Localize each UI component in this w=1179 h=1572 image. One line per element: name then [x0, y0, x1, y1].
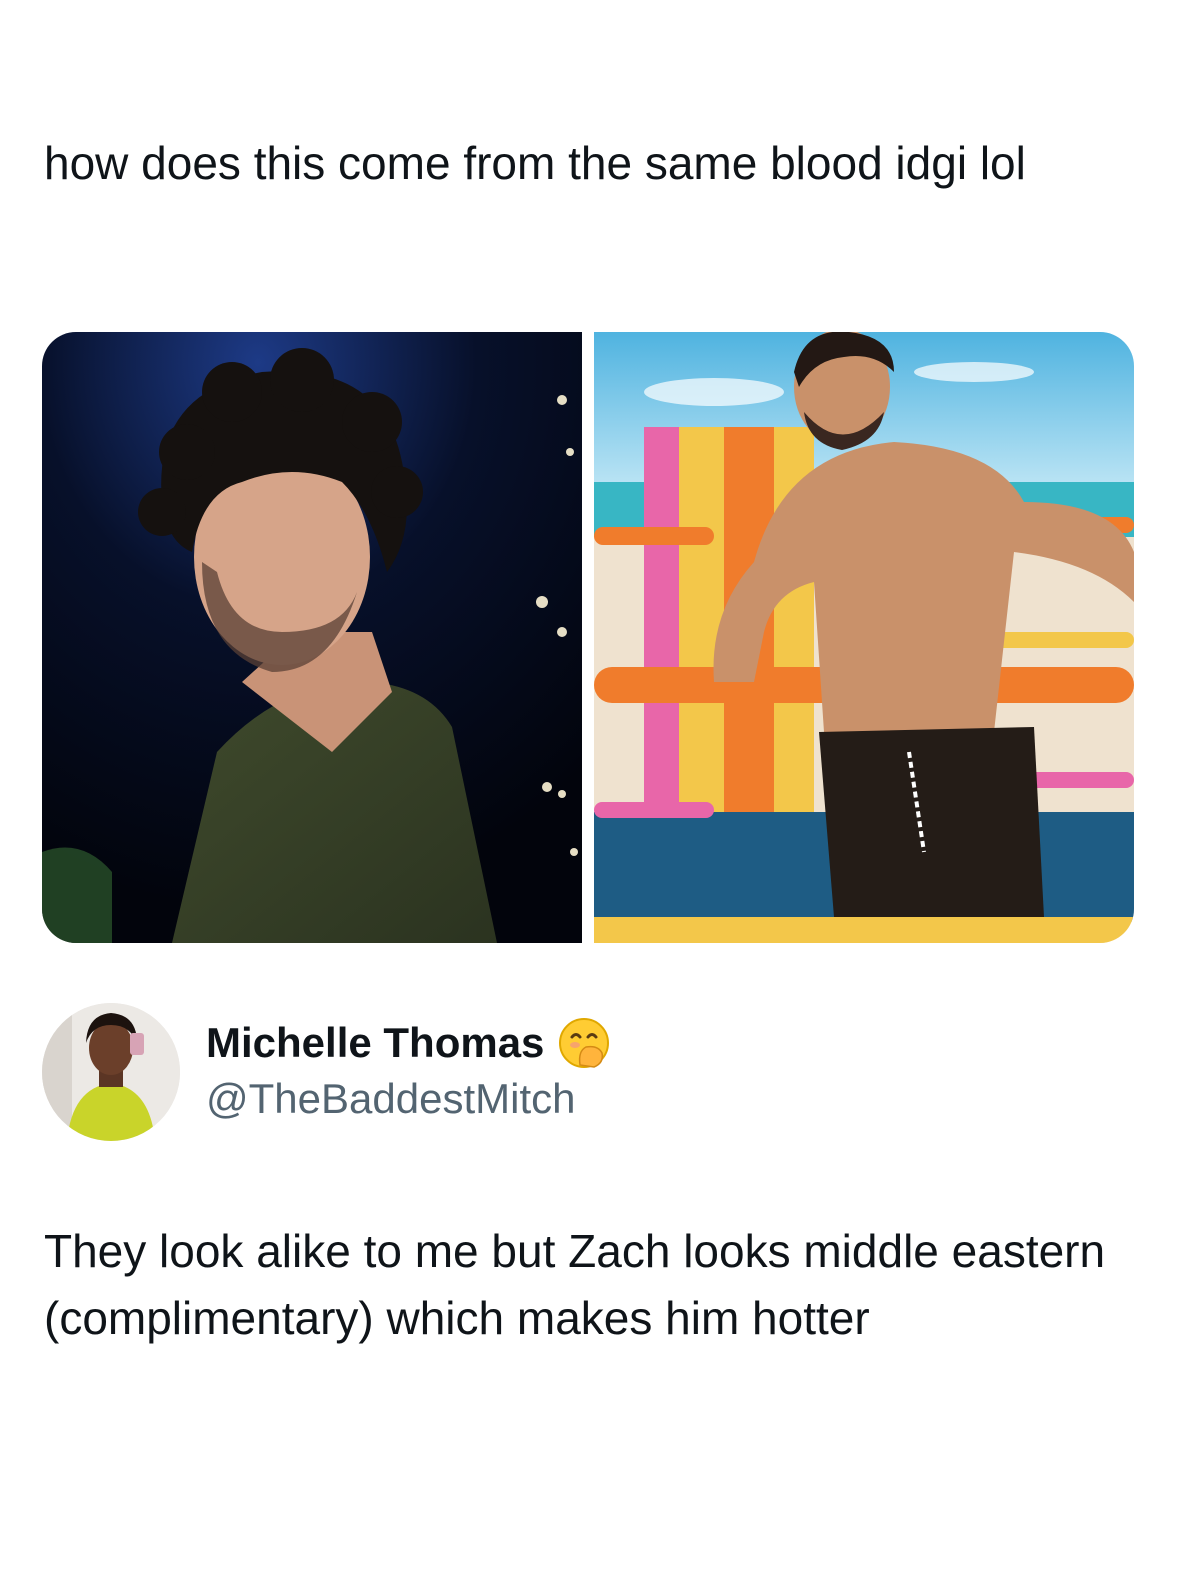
tweet-author[interactable]: Michelle Thomas @TheBaddestMitch: [42, 1002, 610, 1142]
display-name[interactable]: Michelle Thomas: [206, 1017, 544, 1069]
user-handle[interactable]: @TheBaddestMitch: [206, 1071, 610, 1127]
media-left-photo[interactable]: [42, 332, 582, 943]
avatar[interactable]: [42, 1003, 180, 1141]
tweet-text: They look alike to me but Zach looks mid…: [44, 1225, 1106, 1344]
quoted-tweet-text: how does this come from the same blood i…: [44, 137, 1026, 189]
hand-over-mouth-emoji-icon: [558, 1017, 610, 1069]
media-right-photo[interactable]: [594, 332, 1134, 943]
media-grid[interactable]: [42, 332, 1134, 943]
